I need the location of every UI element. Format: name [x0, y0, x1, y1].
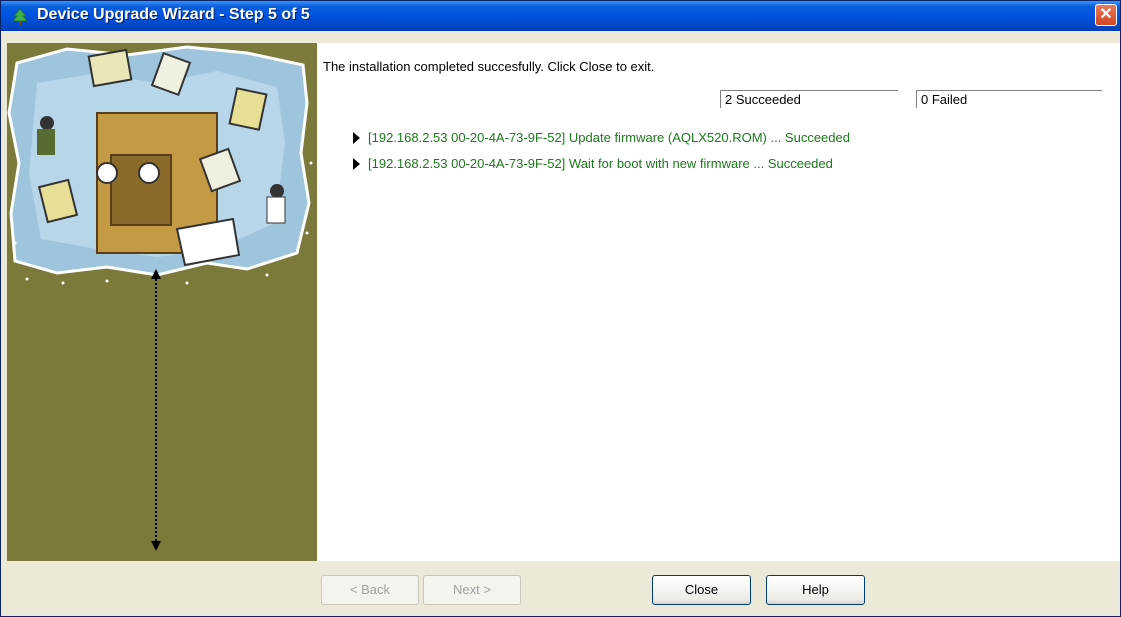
succeeded-count-field: 2 Succeeded: [720, 90, 898, 108]
wizard-window: Device Upgrade Wizard - Step 5 of 5 ✕ Th…: [0, 0, 1121, 617]
wizard-sidebar: [7, 43, 317, 561]
failed-count-field: 0 Failed: [916, 90, 1102, 108]
log-item-text: [192.168.2.53 00-20-4A-73-9F-52] Update …: [368, 130, 850, 145]
close-icon: ✕: [1099, 6, 1113, 23]
next-button[interactable]: Next >: [423, 575, 521, 605]
close-button[interactable]: Close: [652, 575, 751, 605]
log-item[interactable]: [192.168.2.53 00-20-4A-73-9F-52] Update …: [353, 130, 850, 156]
window-title: Device Upgrade Wizard - Step 5 of 5: [37, 6, 310, 23]
log-item-text: [192.168.2.53 00-20-4A-73-9F-52] Wait fo…: [368, 156, 833, 171]
title-bar[interactable]: Device Upgrade Wizard - Step 5 of 5 ✕: [1, 1, 1120, 31]
completion-message: The installation completed succesfully. …: [323, 59, 655, 74]
button-bar: < Back Next > Close Help: [1, 561, 1120, 616]
expand-arrow-icon[interactable]: [353, 158, 360, 170]
tree-icon: [12, 8, 28, 25]
wizard-illustration: [7, 45, 313, 551]
back-button[interactable]: < Back: [321, 575, 419, 605]
log-item[interactable]: [192.168.2.53 00-20-4A-73-9F-52] Wait fo…: [353, 156, 850, 182]
close-window-button[interactable]: ✕: [1095, 4, 1117, 26]
wizard-content: The installation completed succesfully. …: [317, 43, 1120, 561]
upgrade-log-list: [192.168.2.53 00-20-4A-73-9F-52] Update …: [353, 130, 850, 182]
help-button[interactable]: Help: [766, 575, 865, 605]
expand-arrow-icon[interactable]: [353, 132, 360, 144]
